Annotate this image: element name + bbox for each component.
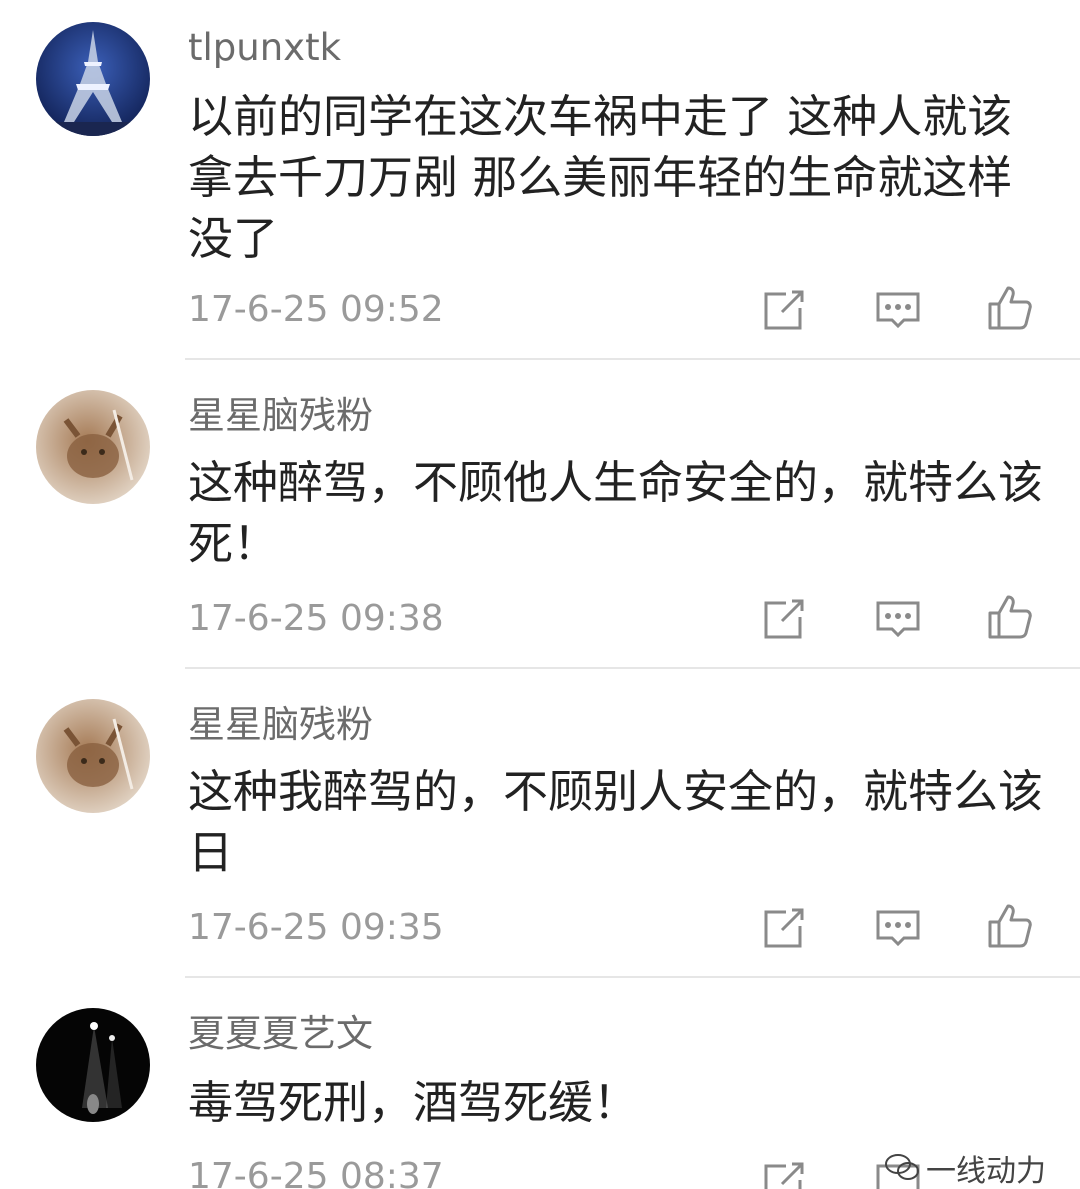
comment-item: 星星脑残粉 这种醉驾，不顾他人生命安全的，就特么该死！ 17-6-25 09:3… — [0, 368, 1080, 669]
comment-icon[interactable] — [874, 904, 922, 952]
timestamp: 17-6-25 08:37 — [188, 1156, 444, 1189]
comment-list: tlpunxtk 以前的同学在这次车祸中走了 这种人就该拿去千刀万剐 那么美丽年… — [0, 0, 1080, 1189]
watermark: 一线动力 — [884, 1152, 1046, 1189]
avatar[interactable] — [36, 390, 150, 504]
avatar[interactable] — [36, 1008, 150, 1122]
divider — [185, 667, 1080, 669]
comment-item: 星星脑残粉 这种我醉驾的，不顾别人安全的，就特么该日 17-6-25 09:35 — [0, 677, 1080, 978]
share-icon[interactable] — [760, 595, 808, 643]
divider — [185, 358, 1080, 360]
comment-text: 毒驾死刑，酒驾死缓！ — [188, 1076, 639, 1129]
comment-text: 以前的同学在这次车祸中走了 这种人就该拿去千刀万剐 那么美丽年轻的生命就这样没了 — [188, 90, 1013, 265]
comment-icon[interactable] — [874, 595, 922, 643]
username[interactable]: tlpunxtk — [188, 22, 341, 74]
comment-text: 这种醉驾，不顾他人生命安全的，就特么该死！ — [188, 456, 1044, 570]
timestamp: 17-6-25 09:35 — [188, 907, 444, 948]
share-icon[interactable] — [760, 1158, 808, 1189]
share-icon[interactable] — [760, 286, 808, 334]
timestamp: 17-6-25 09:38 — [188, 598, 444, 639]
thumbs-up-icon[interactable] — [986, 284, 1034, 332]
thumbs-up-icon[interactable] — [986, 593, 1034, 641]
username[interactable]: 星星脑残粉 — [188, 390, 373, 442]
avatar[interactable] — [36, 22, 150, 136]
share-icon[interactable] — [760, 904, 808, 952]
username[interactable]: 星星脑残粉 — [188, 699, 373, 751]
comment-item: tlpunxtk 以前的同学在这次车祸中走了 这种人就该拿去千刀万剐 那么美丽年… — [0, 0, 1080, 360]
watermark-text: 一线动力 — [926, 1154, 1046, 1189]
timestamp: 17-6-25 09:52 — [188, 289, 444, 330]
comment-icon[interactable] — [874, 286, 922, 334]
username[interactable]: 夏夏夏艺文 — [188, 1008, 373, 1060]
divider — [185, 976, 1080, 978]
thumbs-up-icon[interactable] — [986, 902, 1034, 950]
avatar[interactable] — [36, 699, 150, 813]
comment-text: 这种我醉驾的，不顾别人安全的，就特么该日 — [188, 765, 1044, 879]
wechat-icon — [884, 1152, 920, 1189]
